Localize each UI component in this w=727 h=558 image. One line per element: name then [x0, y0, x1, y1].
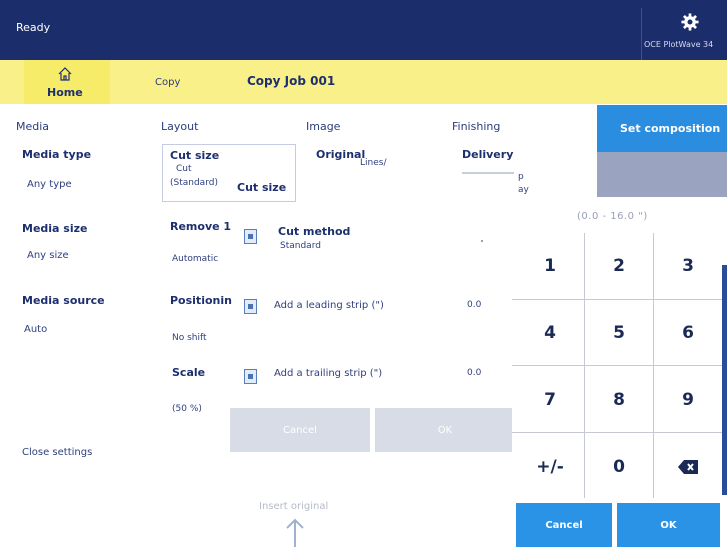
status-text: Ready: [16, 21, 51, 34]
trailing-strip-label[interactable]: Add a trailing strip ("): [274, 368, 382, 379]
cut-size-value-line1: Cut: [176, 164, 192, 174]
leading-strip-value[interactable]: 0.0: [467, 300, 481, 310]
top-bar: [0, 0, 727, 60]
media-size-value: Any size: [27, 250, 69, 261]
cut-method-icon: [244, 229, 257, 244]
delivery-value-fragment-2: ay: [518, 185, 529, 195]
popup-ok-button[interactable]: OK: [375, 408, 515, 452]
popup-cancel-button[interactable]: Cancel: [230, 408, 370, 452]
copy-tab[interactable]: Copy: [155, 77, 180, 88]
composition-panel: [597, 152, 727, 199]
leading-strip-label[interactable]: Add a leading strip ("): [274, 300, 384, 311]
remove-value: Automatic: [172, 254, 219, 264]
keypad-ok-button[interactable]: OK: [617, 503, 720, 547]
gear-icon[interactable]: [681, 13, 699, 31]
panel-edge: [722, 265, 727, 495]
dot-marker: [481, 240, 483, 242]
original-label[interactable]: Original: [316, 148, 365, 161]
keypad-cancel-button[interactable]: Cancel: [516, 503, 612, 547]
positioning-label[interactable]: Positionin: [170, 294, 232, 307]
cut-method-value: Standard: [280, 241, 321, 251]
delivery-faded-text: [462, 172, 514, 174]
key-0[interactable]: 0: [585, 434, 653, 500]
media-type-label[interactable]: Media type: [22, 148, 91, 161]
job-title: Copy Job 001: [247, 74, 336, 88]
media-source-label[interactable]: Media source: [22, 294, 105, 307]
key-4[interactable]: 4: [516, 300, 584, 366]
key-8[interactable]: 8: [585, 367, 653, 433]
cut-size-label: Cut size: [170, 149, 220, 162]
positioning-value: No shift: [172, 333, 207, 343]
delivery-value-fragment: p: [518, 172, 524, 182]
trailing-strip-value[interactable]: 0.0: [467, 368, 481, 378]
key-1[interactable]: 1: [516, 233, 584, 299]
insert-original-text: Insert original: [259, 501, 329, 512]
key-plus-minus[interactable]: +/-: [516, 434, 584, 500]
remove-label[interactable]: Remove 1: [170, 220, 231, 233]
printer-name: OCE PlotWave 34: [644, 40, 714, 49]
cut-size-popup-title: Cut size: [237, 181, 287, 194]
media-size-label[interactable]: Media size: [22, 222, 87, 235]
key-9[interactable]: 9: [654, 367, 722, 433]
backspace-icon: [678, 460, 698, 474]
set-composition-label: Set composition: [620, 122, 721, 135]
keypad-range-text: (0.0 - 16.0 "): [577, 211, 648, 222]
image-header: Image: [306, 120, 341, 133]
layout-header: Layout: [161, 120, 199, 133]
key-7[interactable]: 7: [516, 367, 584, 433]
backspace-key[interactable]: [654, 434, 722, 500]
cut-size-value-line2: (Standard): [170, 178, 218, 188]
key-3[interactable]: 3: [654, 233, 722, 299]
delivery-label[interactable]: Delivery: [462, 148, 513, 161]
cut-method-label[interactable]: Cut method: [278, 225, 350, 238]
media-type-value: Any type: [27, 179, 72, 190]
home-icon: [58, 67, 72, 81]
leading-strip-icon: [244, 299, 257, 314]
scale-value: (50 %): [172, 404, 202, 414]
key-6[interactable]: 6: [654, 300, 722, 366]
media-source-value: Auto: [24, 324, 48, 335]
close-settings-link[interactable]: Close settings: [22, 447, 92, 458]
original-value: Lines/: [360, 158, 387, 168]
finishing-header: Finishing: [452, 120, 501, 133]
key-2[interactable]: 2: [585, 233, 653, 299]
home-label: Home: [47, 86, 83, 99]
key-5[interactable]: 5: [585, 300, 653, 366]
media-header: Media: [16, 120, 50, 133]
arrow-up-icon: [286, 518, 304, 547]
scale-label[interactable]: Scale: [172, 366, 205, 379]
trailing-strip-icon: [244, 369, 257, 384]
